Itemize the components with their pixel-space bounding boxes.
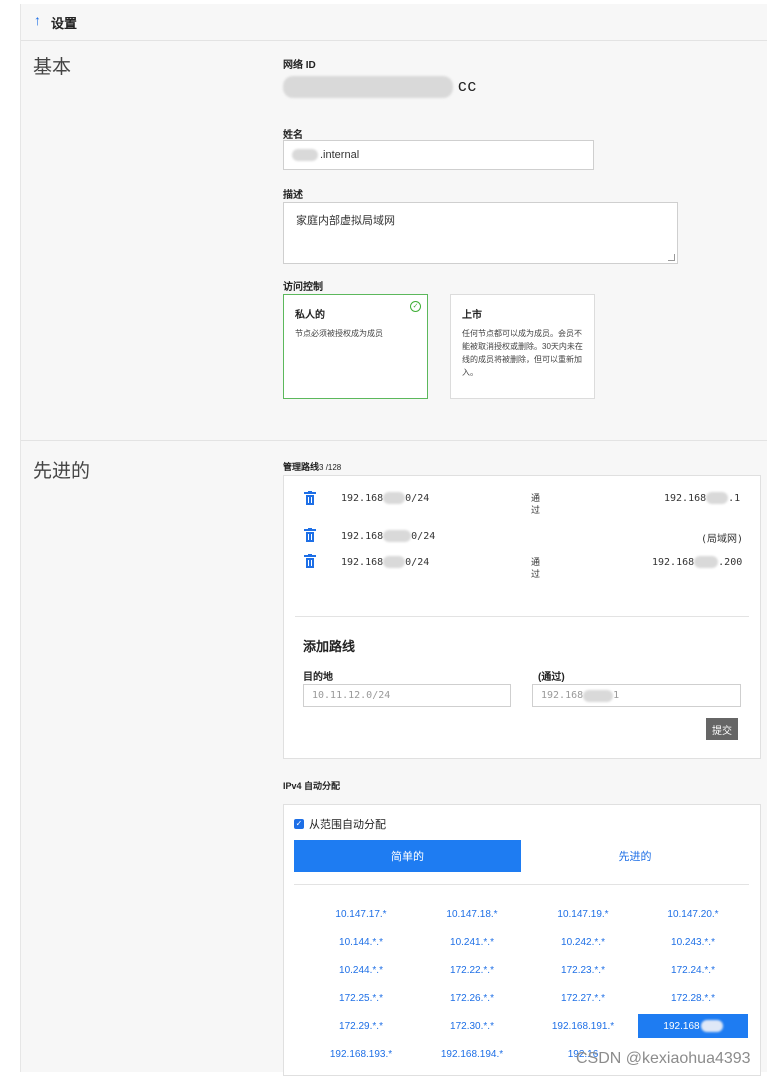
via-input[interactable]: 192.168 1 xyxy=(532,684,741,707)
routes-divider xyxy=(295,616,749,617)
ipv4-pool-option[interactable]: 172.26.*.* xyxy=(417,986,527,1010)
access-private-card[interactable]: 私人的 节点必须被授权成为成员 ✓ xyxy=(283,294,428,399)
public-title: 上市 xyxy=(462,310,482,321)
private-desc: 节点必须被授权成为成员 xyxy=(295,329,383,338)
section-divider xyxy=(21,440,767,441)
trash-icon[interactable] xyxy=(304,491,316,505)
route-gateway-lan: (局域网) xyxy=(701,534,744,545)
description-value: 家庭内部虚拟局域网 xyxy=(296,215,395,227)
ipv4-pool-option[interactable]: 10.243.*.* xyxy=(638,930,748,954)
route-via-label: 通过 xyxy=(531,493,541,515)
tab-simple[interactable]: 简单的 xyxy=(294,840,521,872)
ipv4-pool-option[interactable]: 172.25.*.* xyxy=(306,986,416,1010)
trash-icon[interactable] xyxy=(304,528,316,542)
route-via-label: 通过 xyxy=(531,557,541,579)
resize-handle-icon[interactable] xyxy=(668,254,675,261)
name-input-value: .internal xyxy=(320,149,360,161)
ipv4-pool-option[interactable]: 172.24.*.* xyxy=(638,958,748,982)
add-route-title: 添加路线 xyxy=(303,639,356,654)
check-circle-icon: ✓ xyxy=(410,301,421,312)
arrow-up-icon: ↑ xyxy=(34,12,41,28)
managed-routes-box xyxy=(283,475,761,759)
route-target: 192.168 0/24 xyxy=(341,530,436,542)
settings-header[interactable]: ↑ 设置 xyxy=(21,4,767,41)
ipv4-pool-option[interactable]: 172.29.*.* xyxy=(306,1014,416,1038)
tab-advanced[interactable]: 先进的 xyxy=(521,840,749,872)
tabs-divider xyxy=(294,884,749,885)
trash-icon[interactable] xyxy=(304,554,316,568)
route-gateway: 192.168.1 xyxy=(664,492,741,504)
ipv4-pool-option[interactable]: 192.168.194.* xyxy=(417,1042,527,1066)
watermark-text: CSDN @kexiaohua4393 xyxy=(576,1050,751,1067)
private-title: 私人的 xyxy=(295,310,325,321)
ipv4-pool-option[interactable]: 10.147.19.* xyxy=(528,902,638,926)
via-label: (通过) xyxy=(538,672,565,683)
access-control-label: 访问控制 xyxy=(283,282,323,293)
description-label: 描述 xyxy=(283,190,303,201)
submit-button[interactable]: 提交 xyxy=(706,718,738,740)
network-id-label: 网络 ID xyxy=(283,60,316,71)
route-gateway: 192.168.200 xyxy=(652,556,743,568)
access-public-card[interactable]: 上市 任何节点都可以成为成员。会员不能被取消授权或删除。30天内未在线的成员将被… xyxy=(450,294,595,399)
settings-panel: ↑ 设置 基本 网络 ID cc 姓名 .internal 描述 家庭内部虚拟局… xyxy=(20,4,767,1076)
ipv4-label: IPv4 自动分配 xyxy=(283,781,341,791)
auto-assign-label: 从范围自动分配 xyxy=(309,819,386,831)
managed-routes-count: 3 /128 xyxy=(319,463,342,472)
destination-label: 目的地 xyxy=(303,672,333,683)
managed-routes-label: 管理路线3 /128 xyxy=(283,460,341,473)
ipv4-pool-option[interactable]: 192.168.193.* xyxy=(306,1042,416,1066)
ipv4-pool-option[interactable]: 172.22.*.* xyxy=(417,958,527,982)
ipv4-pool-option[interactable]: 172.28.*.* xyxy=(638,986,748,1010)
ipv4-pool-option[interactable]: 10.242.*.* xyxy=(528,930,638,954)
ipv4-pool-option[interactable]: 172.27.*.* xyxy=(528,986,638,1010)
name-label: 姓名 xyxy=(283,130,303,141)
route-target: 192.168 0/24 xyxy=(341,556,430,568)
destination-input[interactable]: 10.11.12.0/24 xyxy=(303,684,511,707)
section-advanced-title: 先进的 xyxy=(33,461,91,482)
ipv4-pool-option[interactable]: 172.23.*.* xyxy=(528,958,638,982)
network-id-value: cc xyxy=(458,76,477,95)
route-target: 192.168 0/24 xyxy=(341,492,430,504)
name-redaction xyxy=(292,149,318,161)
managed-routes-title: 管理路线 xyxy=(283,462,320,472)
ipv4-pool-option[interactable]: 10.147.18.* xyxy=(417,902,527,926)
public-desc: 任何节点都可以成为成员。会员不能被取消授权或删除。30天内未在线的成员将被删除，… xyxy=(462,329,583,377)
ipv4-pool-option[interactable]: 10.147.20.* xyxy=(638,902,748,926)
network-id-redaction xyxy=(283,76,453,98)
settings-title: 设置 xyxy=(51,16,78,31)
auto-assign-checkbox[interactable]: ✓ 从范围自动分配 xyxy=(294,816,386,832)
description-textarea[interactable]: 家庭内部虚拟局域网 xyxy=(283,202,678,264)
ipv4-pool-option[interactable]: 10.244.*.* xyxy=(306,958,416,982)
checkbox-checked-icon: ✓ xyxy=(294,819,304,829)
section-basic-title: 基本 xyxy=(33,57,72,78)
ipv4-pool-option[interactable]: 192.168 xyxy=(638,1014,748,1038)
ipv4-pool-option[interactable]: 10.147.17.* xyxy=(306,902,416,926)
ipv4-pool-option[interactable]: 192.168.191.* xyxy=(528,1014,638,1038)
ipv4-pool-option[interactable]: 10.144.*.* xyxy=(306,930,416,954)
name-input[interactable]: .internal xyxy=(283,140,594,170)
ipv4-pool-option[interactable]: 172.30.*.* xyxy=(417,1014,527,1038)
ipv4-pool-option[interactable]: 10.241.*.* xyxy=(417,930,527,954)
